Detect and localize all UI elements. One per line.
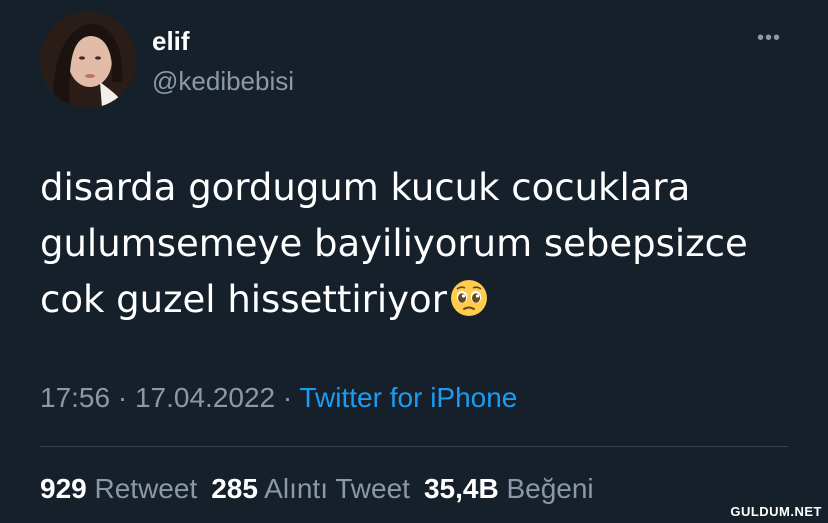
- divider: [40, 446, 788, 447]
- display-name[interactable]: elif: [152, 26, 190, 57]
- likes-count[interactable]: 35,4B: [424, 473, 499, 504]
- tweet-line-text: cok guzel hissettiriyor: [40, 278, 447, 321]
- meta-separator: ·: [275, 382, 300, 413]
- avatar[interactable]: [40, 12, 136, 108]
- user-handle[interactable]: @kedibebisi: [152, 66, 294, 97]
- quote-tweets-label[interactable]: Alıntı Tweet: [264, 473, 410, 504]
- retweets-count[interactable]: 929: [40, 473, 87, 504]
- tweet-stats: 929 Retweet 285 Alıntı Tweet 35,4B Beğeni: [40, 473, 594, 505]
- tweet-meta: 17:56 · 17.04.2022 · Twitter for iPhone: [40, 382, 517, 414]
- tweet-line-with-emoji: cok guzel hissettiriyor: [40, 272, 800, 328]
- pleading-face-icon: [449, 278, 489, 318]
- tweet-text: disarda gordugum kucuk cocuklara gulumse…: [40, 160, 800, 328]
- likes-label[interactable]: Beğeni: [506, 473, 593, 504]
- retweets-label[interactable]: Retweet: [95, 473, 198, 504]
- tweet-source-link[interactable]: Twitter for iPhone: [300, 382, 518, 413]
- watermark: GULDUM.NET: [730, 504, 822, 519]
- tweet-line: disarda gordugum kucuk cocuklara: [40, 166, 691, 209]
- meta-separator: ·: [110, 382, 135, 413]
- tweet-date[interactable]: 17.04.2022: [135, 382, 275, 413]
- tweet-line: gulumsemeye bayiliyorum sebepsizce: [40, 222, 748, 265]
- tweet-time[interactable]: 17:56: [40, 382, 110, 413]
- quote-tweets-count[interactable]: 285: [211, 473, 258, 504]
- more-options-icon[interactable]: •••: [752, 26, 786, 50]
